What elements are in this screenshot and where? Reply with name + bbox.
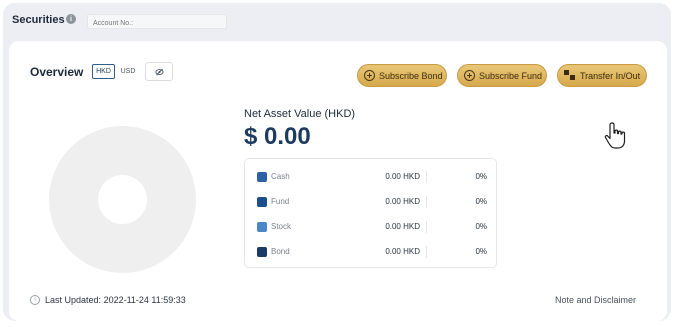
- subscribe-fund-label: Subscribe Fund: [479, 70, 543, 81]
- divider: [426, 245, 427, 258]
- transfer-in-out-button[interactable]: Transfer In/Out: [557, 64, 647, 87]
- note-and-disclaimer-link[interactable]: Note and Disclaimer: [555, 295, 636, 305]
- asset-row-cash: Cash 0.00 HKD 0%: [245, 164, 498, 189]
- currency-hkd-toggle[interactable]: HKD: [92, 64, 115, 79]
- last-updated-value: 2022-11-24 11:59:33: [103, 295, 186, 305]
- subscribe-bond-label: Subscribe Bond: [379, 70, 443, 81]
- bond-color-swatch: [257, 246, 267, 257]
- hand-pointer-icon: [604, 122, 626, 149]
- info-icon: i: [30, 295, 40, 305]
- nav-value: $ 0.00: [244, 123, 311, 150]
- donut-hole: [98, 175, 147, 224]
- overview-title: Overview: [30, 65, 84, 79]
- allocation-donut-chart: [49, 126, 196, 273]
- subscribe-bond-button[interactable]: Subscribe Bond: [357, 64, 447, 87]
- asset-name: Fund: [271, 197, 290, 206]
- hide-values-button[interactable]: [145, 62, 173, 81]
- asset-percent: 0%: [475, 222, 487, 231]
- transfer-label: Transfer In/Out: [580, 70, 641, 81]
- subscribe-fund-button[interactable]: Subscribe Fund: [457, 64, 547, 87]
- asset-amount: 0.00 HKD: [385, 222, 420, 231]
- asset-amount: 0.00 HKD: [385, 172, 420, 181]
- asset-name: Stock: [271, 222, 292, 231]
- divider: [426, 170, 427, 183]
- asset-percent: 0%: [475, 247, 487, 256]
- divider: [426, 220, 427, 233]
- asset-row-bond: Bond 0.00 HKD 0%: [245, 239, 498, 264]
- nav-label: Net Asset Value (HKD): [244, 108, 356, 120]
- asset-amount: 0.00 HKD: [385, 247, 420, 256]
- plus-circle-icon: [464, 70, 475, 81]
- divider: [426, 195, 427, 208]
- asset-name: Bond: [271, 247, 290, 256]
- stock-color-swatch: [257, 221, 267, 232]
- eye-off-icon: [154, 68, 164, 75]
- cash-color-swatch: [257, 171, 267, 182]
- last-updated: i Last Updated: 2022-11-24 11:59:33: [30, 295, 186, 305]
- asset-breakdown-table: Cash 0.00 HKD 0% Fund 0.00 HKD 0% Stock …: [244, 158, 497, 268]
- transfer-icon: [564, 70, 576, 81]
- info-icon[interactable]: i: [66, 14, 76, 24]
- asset-name: Cash: [271, 172, 290, 181]
- overview-card: Overview HKD USD Subscribe Bond Subscrib…: [9, 41, 667, 321]
- asset-row-stock: Stock 0.00 HKD 0%: [245, 214, 498, 239]
- last-updated-label: Last Updated:: [45, 295, 102, 305]
- asset-percent: 0%: [475, 172, 487, 181]
- plus-circle-icon: [364, 70, 375, 81]
- currency-usd-toggle[interactable]: USD: [118, 64, 138, 79]
- section-title: Securities: [12, 14, 65, 26]
- asset-row-fund: Fund 0.00 HKD 0%: [245, 189, 498, 214]
- account-number-input[interactable]: [87, 14, 227, 29]
- fund-color-swatch: [257, 196, 267, 207]
- asset-percent: 0%: [475, 197, 487, 206]
- asset-amount: 0.00 HKD: [385, 197, 420, 206]
